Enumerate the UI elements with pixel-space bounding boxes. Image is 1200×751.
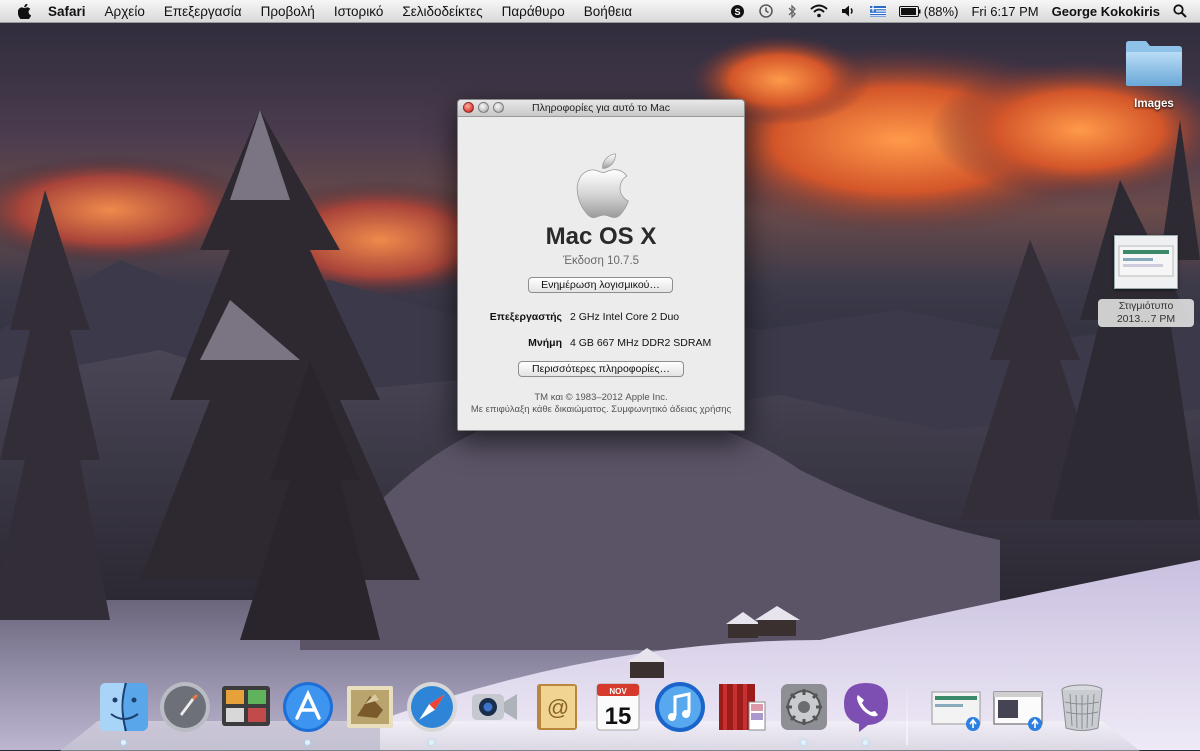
spotlight-search-icon[interactable] <box>1173 4 1187 18</box>
safari-icon[interactable] <box>405 680 459 745</box>
wifi-icon[interactable] <box>810 4 828 18</box>
mail-icon[interactable] <box>343 680 397 734</box>
desktop-folder-images[interactable]: Images <box>1124 38 1184 110</box>
apple-logo-icon <box>576 153 629 219</box>
greek-flag-icon[interactable] <box>869 5 886 17</box>
os-version: Έκδοση 10.7.5 <box>562 255 640 267</box>
running-indicator <box>121 740 126 745</box>
battery-indicator[interactable]: (88%) <box>898 3 959 19</box>
processor-label: Επεξεργαστής <box>489 311 562 323</box>
finder-icon[interactable] <box>97 680 151 745</box>
menubar-user-name[interactable]: George Kokokiris <box>1052 4 1160 19</box>
close-window-button[interactable] <box>463 102 474 113</box>
time-machine-icon[interactable] <box>758 3 774 19</box>
itunes-icon[interactable] <box>653 680 707 734</box>
more-info-button[interactable]: Περισσότερες πληροφορίες… <box>518 361 684 377</box>
preview-icon[interactable] <box>219 680 273 734</box>
apple-menu-icon[interactable] <box>18 3 34 19</box>
calendar-month: NOV <box>609 687 627 696</box>
folder-label: Images <box>1134 98 1174 110</box>
screenshot-label-line-1: Στιγμιότυπο <box>1118 300 1174 312</box>
software-update-button[interactable]: Ενημέρωση λογισμικού… <box>528 277 673 293</box>
menu-view[interactable]: Προβολή <box>261 4 315 19</box>
svg-text:@: @ <box>547 695 569 720</box>
calendar-day: 15 <box>605 703 632 730</box>
memory-label: Μνήμη <box>528 337 562 349</box>
system-preferences-icon[interactable] <box>777 680 831 745</box>
launchpad-icon[interactable] <box>158 680 212 734</box>
bluetooth-icon[interactable] <box>787 3 797 19</box>
running-indicator <box>801 740 806 745</box>
menu-file[interactable]: Αρχείο <box>105 4 145 19</box>
ical-icon[interactable]: NOV 15 <box>591 680 645 734</box>
copyright-text: TM και © 1983–2012 Apple Inc. <box>534 392 668 403</box>
os-name: Mac OS X <box>545 223 657 250</box>
skype-status-icon[interactable]: S <box>730 4 745 19</box>
svg-text:S: S <box>734 7 740 17</box>
screenshot-thumbnail <box>1114 235 1178 289</box>
zoom-window-button[interactable] <box>493 102 504 113</box>
screenshot-label: Στιγμιότυπο 2013…7 PM <box>1098 299 1194 327</box>
rights-license-link[interactable]: Με επιφύλαξη κάθε δικαιώματος. Συμφωνητι… <box>466 404 736 416</box>
menu-history[interactable]: Ιστορικό <box>334 4 384 19</box>
menu-app-safari[interactable]: Safari <box>48 4 86 19</box>
dock-separator <box>906 681 908 745</box>
running-indicator <box>429 740 434 745</box>
processor-value: 2 GHz Intel Core 2 Duo <box>570 311 680 323</box>
facetime-icon[interactable] <box>467 680 521 734</box>
menubar-clock[interactable]: Fri 6:17 PM <box>971 4 1038 19</box>
address-book-icon[interactable]: @ <box>529 680 583 734</box>
app-store-icon[interactable] <box>281 680 335 745</box>
menu-window[interactable]: Παράθυρο <box>502 4 565 19</box>
window-titlebar[interactable]: Πληροφορίες για αυτό το Mac <box>458 100 744 117</box>
running-indicator <box>305 740 310 745</box>
folder-icon <box>1126 41 1182 86</box>
menu-help[interactable]: Βοήθεια <box>584 4 632 19</box>
minimize-window-button[interactable] <box>478 102 489 113</box>
trash-icon[interactable] <box>1055 680 1109 734</box>
volume-icon[interactable] <box>841 4 857 18</box>
screenshot-label-line-2: 2013…7 PM <box>1116 313 1176 325</box>
window-stack-icon[interactable] <box>991 680 1045 734</box>
legal-notice: TM και © 1983–2012 Apple Inc. Με επιφύλα… <box>466 392 736 416</box>
viber-icon[interactable] <box>839 680 893 745</box>
menu-bar: Safari Αρχείο Επεξεργασία Προβολή Ιστορι… <box>0 0 1200 23</box>
battery-percentage: (88%) <box>923 3 959 19</box>
running-indicator <box>863 740 868 745</box>
screenshot-stack-icon[interactable] <box>929 680 983 734</box>
dock: @ NOV 15 <box>0 672 1200 750</box>
about-this-mac-window: Πληροφορίες για αυτό το Mac Mac OS X Έκδ… <box>457 99 745 431</box>
menu-bookmarks[interactable]: Σελιδοδείκτες <box>402 4 482 19</box>
menu-edit[interactable]: Επεξεργασία <box>164 4 242 19</box>
memory-value: 4 GB 667 MHz DDR2 SDRAM <box>570 337 712 349</box>
photo-booth-icon[interactable] <box>715 680 769 734</box>
window-title: Πληροφορίες για αυτό το Mac <box>532 102 670 114</box>
